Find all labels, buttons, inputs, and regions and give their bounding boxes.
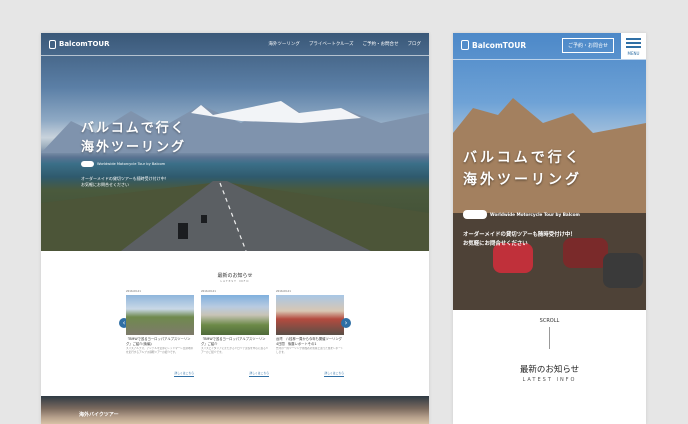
menu-button[interactable]: MENU: [621, 33, 646, 59]
logo-text: BalcomTOUR: [472, 40, 527, 50]
tour-banner[interactable]: 海外バイクツアー: [41, 396, 429, 424]
menu-label: MENU: [627, 51, 640, 56]
nav-item-contact[interactable]: ご予約・お問合せ: [363, 41, 399, 47]
hero-tagline: バルコムで行く 海外ツーリング: [81, 119, 186, 157]
hero-motto: Worldwide Motorcycle Tour by Balcom: [81, 161, 165, 167]
motorcycle-icon: [463, 210, 487, 219]
tagline-line-2: 海外ツーリング: [81, 140, 187, 155]
tagline-line-1: バルコムで行く: [81, 121, 186, 136]
nav-item-touring[interactable]: 海外ツーリング: [268, 41, 300, 47]
read-more-link[interactable]: 詳しくはこちら: [324, 371, 344, 377]
motorcycle-icon: [81, 161, 94, 167]
news-title: 最新のお知らせ: [217, 273, 253, 279]
nav-item-cruise[interactable]: プライベートクルーズ: [309, 41, 354, 47]
news-image[interactable]: [276, 295, 344, 335]
news-image[interactable]: [201, 295, 269, 335]
mobile-news-subtitle: LATEST INFO: [522, 377, 577, 383]
hero-section: BalcomTOUR 海外ツーリング プライベートクルーズ ご予約・お問合せ ブ…: [41, 33, 429, 251]
logo[interactable]: BalcomTOUR: [49, 39, 110, 49]
logo-mark-icon: [49, 39, 56, 49]
logo-mark-icon: [461, 40, 469, 50]
arrow-right-icon[interactable]: ›: [341, 318, 351, 328]
scroll-line: [549, 327, 550, 349]
tagline-line-1: バルコムで行く: [463, 150, 582, 166]
order-line-2: お気軽にお問合せください: [463, 241, 528, 247]
mobile-news-title: 最新のお知らせ: [519, 365, 580, 375]
mobile-mockup: BalcomTOUR ご予約・お問合せ MENU バルコムで行く 海外ツーリング…: [453, 33, 646, 424]
motto-text: Worldwide Motorcycle Tour by Balcom: [97, 162, 166, 166]
mobile-logo[interactable]: BalcomTOUR: [461, 40, 526, 50]
tagline-line-2: 海外ツーリング: [463, 172, 582, 188]
order-line-1: オーダーメイドの貸切ツアーも随時受付け中！: [463, 232, 576, 238]
global-nav: 海外ツーリング プライベートクルーズ ご予約・お問合せ ブログ: [268, 41, 421, 47]
motto-text: Worldwide Motorcycle Tour by Balcom: [490, 212, 580, 217]
news-card-title[interactable]: 『BMWで巡るヨーロッパアルプスツーリング』ご紹介(後編): [126, 337, 194, 346]
news-card-desc: スイスアルプス、アンデルマ近郊にレッドマーレ温泉地帯を走行するアルプス横断ツアー…: [126, 347, 194, 354]
desktop-header: BalcomTOUR 海外ツーリング プライベートクルーズ ご予約・お問合せ ブ…: [41, 33, 429, 55]
mobile-tagline: バルコムで行く 海外ツーリング: [463, 147, 582, 191]
read-more-link[interactable]: 詳しくはこちら: [174, 371, 194, 377]
order-line-2: お気軽にお問合せください: [81, 182, 129, 187]
news-card[interactable]: 2016.09.21 『BMWで巡るヨーロッパアルプスツーリング』ご紹介(後編)…: [126, 290, 194, 377]
village-scooter-image: [453, 98, 646, 310]
news-image[interactable]: [126, 295, 194, 335]
nav-item-blog[interactable]: ブログ: [408, 41, 422, 47]
news-card-title[interactable]: 『BMWで巡るヨーロッパアルプスツーリング』ご紹介: [201, 337, 269, 346]
mobile-motto: Worldwide Motorcycle Tour by Balcom: [463, 210, 580, 219]
read-more-link[interactable]: 詳しくはこちら: [249, 371, 269, 377]
header-divider: [41, 55, 429, 56]
contact-button[interactable]: ご予約・お問合せ: [562, 38, 614, 53]
mobile-header: BalcomTOUR ご予約・お問合せ MENU: [453, 33, 646, 60]
news-section: 最新のお知らせ LATEST INFO ‹ 2016.09.21 『BMWで巡る…: [41, 251, 429, 391]
news-card[interactable]: 2016.09.21 台湾 八桂林一周から今年も開催ツーリング4日間 後藤レポー…: [276, 290, 344, 377]
hero-order-text: オーダーメイドの貸切ツアーも随時受け付け中！ お気軽にお問合せください: [81, 176, 169, 188]
news-card-desc: 台湾の一周ツーリング参加者の皆様と巡った旅をレポートします。: [276, 347, 344, 354]
logo-text: BalcomTOUR: [59, 40, 110, 48]
news-card-title[interactable]: 台湾 八桂林一周から今年も開催ツーリング4日間 後藤レポートその1: [276, 337, 344, 346]
scroll-indicator[interactable]: SCROLL: [453, 318, 646, 324]
mobile-hero: BalcomTOUR ご予約・お問合せ MENU バルコムで行く 海外ツーリング…: [453, 33, 646, 310]
mobile-order-text: オーダーメイドの貸切ツアーも随時受付け中！ お気軽にお問合せください: [463, 231, 576, 249]
desktop-mockup: BalcomTOUR 海外ツーリング プライベートクルーズ ご予約・お問合せ ブ…: [41, 33, 429, 424]
tour-banner-label: 海外バイクツアー: [79, 412, 119, 418]
news-subtitle: LATEST INFO: [220, 279, 250, 283]
hamburger-menu-icon: [626, 38, 641, 40]
news-card[interactable]: 2016.09.21 『BMWで巡るヨーロッパアルプスツーリング』ご紹介 スイス…: [201, 290, 269, 377]
news-card-desc: スイスとイタリアにまたがるドロミテ渓谷を中心に巡るツアーのご紹介です。: [201, 347, 269, 354]
